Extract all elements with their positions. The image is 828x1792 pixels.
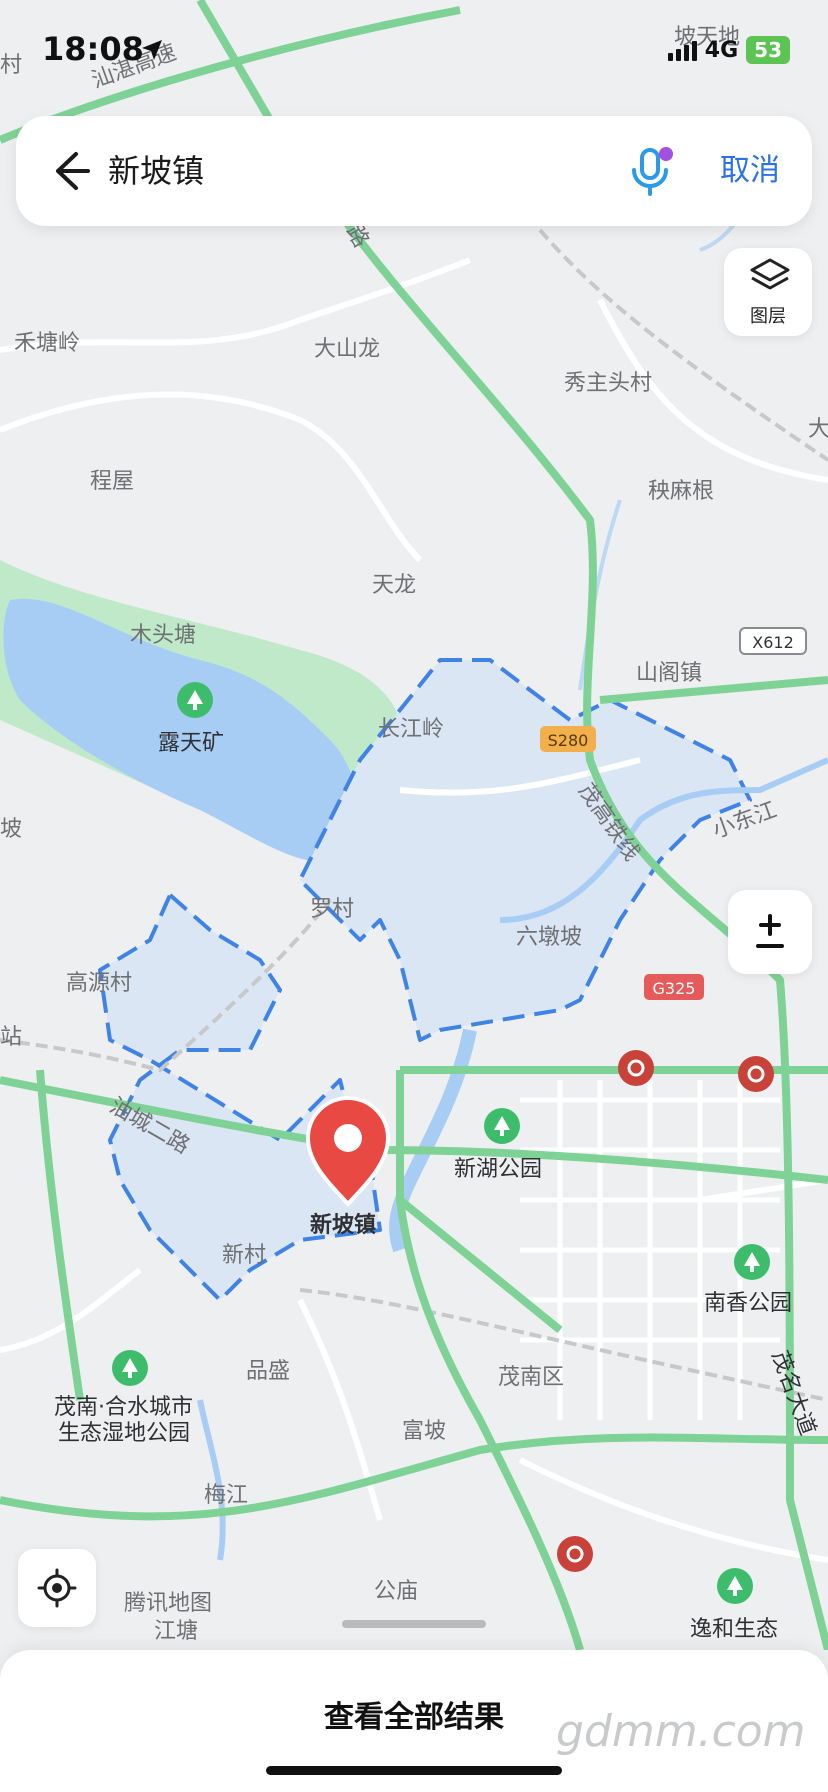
- zoom-button[interactable]: [728, 890, 812, 974]
- locate-button[interactable]: [18, 1549, 96, 1627]
- map-label: 梅江: [204, 1483, 248, 1508]
- svg-text:G325: G325: [653, 979, 696, 998]
- search-input[interactable]: 新坡镇: [108, 146, 204, 196]
- map-label: 六墩坡: [516, 925, 582, 950]
- layers-button[interactable]: 图层: [724, 248, 812, 336]
- map-label: 山阁镇: [636, 661, 702, 686]
- map-label: 逸和生态: [690, 1617, 778, 1642]
- map-label: 江塘: [154, 1619, 198, 1644]
- shield-g325: G325: [644, 974, 704, 1000]
- map-canvas[interactable]: X612 S280 G325 汕湛高速 坡天地 村 路 禾塘岭 大山龙 秀主头村…: [0, 0, 828, 1650]
- home-indicator[interactable]: [266, 1766, 562, 1775]
- zoom-plus-minus-icon: [756, 914, 784, 948]
- map-label: 新村: [222, 1243, 266, 1268]
- poi-red-icon[interactable]: [557, 1536, 593, 1572]
- network-label: 4G: [704, 37, 739, 63]
- map-label: 富坡: [402, 1419, 446, 1444]
- status-time: 18:08: [42, 30, 144, 68]
- map-label: 天龙: [372, 573, 416, 598]
- park-marker-icon[interactable]: [484, 1108, 520, 1144]
- map-label: 程屋: [90, 469, 134, 494]
- map-label: 坡: [0, 817, 22, 842]
- microphone-icon[interactable]: [626, 144, 674, 198]
- map-label: 禾塘岭: [14, 331, 80, 356]
- locate-icon: [37, 1568, 77, 1608]
- watermark-text: gdmm.com: [556, 1706, 806, 1757]
- map-label: 公庙: [374, 1579, 418, 1604]
- map-label: 大山龙: [314, 337, 380, 362]
- map-label: 茂南·合水城市: [54, 1395, 193, 1420]
- map-label: 新湖公园: [454, 1157, 542, 1182]
- map-label: 站: [0, 1025, 22, 1050]
- battery-icon: 53: [746, 36, 790, 64]
- status-bar: 18:08 4G 53: [0, 0, 828, 100]
- park-marker-icon[interactable]: [717, 1568, 753, 1604]
- shield-x612: X612: [739, 627, 807, 655]
- poi-red-icon[interactable]: [618, 1050, 654, 1086]
- map-label: 生态湿地公园: [58, 1421, 190, 1446]
- map-label: 秀主头村: [564, 371, 652, 396]
- map-label: 腾讯地图: [124, 1591, 212, 1616]
- layers-icon: [750, 258, 790, 290]
- park-marker-icon[interactable]: [177, 682, 213, 718]
- map-label: 品盛: [246, 1359, 290, 1384]
- signal-icon: [667, 39, 697, 61]
- map-label: 露天矿: [158, 731, 224, 756]
- poi-red-icon[interactable]: [738, 1056, 774, 1092]
- svg-text:X612: X612: [752, 633, 794, 652]
- sheet-grabber[interactable]: [342, 1620, 486, 1628]
- shield-s280: S280: [540, 726, 596, 752]
- status-indicators: 4G 53: [667, 36, 790, 64]
- map-label: 长江岭: [378, 717, 444, 742]
- map-label: 秧麻根: [648, 479, 714, 504]
- map-label: 木头塘: [130, 623, 196, 648]
- cancel-button[interactable]: 取消: [720, 146, 780, 196]
- navigation-arrow-icon: [142, 40, 162, 60]
- svg-text:S280: S280: [548, 731, 589, 750]
- map-label: 大: [808, 417, 828, 442]
- layers-label: 图层: [750, 306, 786, 327]
- map-label: 南香公园: [704, 1291, 792, 1316]
- park-marker-icon[interactable]: [112, 1350, 148, 1386]
- results-sheet[interactable]: 查看全部结果 gdmm.com: [0, 1650, 828, 1792]
- target-label: 新坡镇: [310, 1212, 376, 1238]
- park-marker-icon[interactable]: [734, 1244, 770, 1280]
- back-arrow-icon[interactable]: [42, 146, 92, 196]
- map-label: 茂南区: [498, 1365, 564, 1390]
- map-label: 罗村: [310, 897, 354, 922]
- search-bar: 新坡镇 取消: [16, 116, 812, 226]
- map-label: 高源村: [66, 971, 132, 996]
